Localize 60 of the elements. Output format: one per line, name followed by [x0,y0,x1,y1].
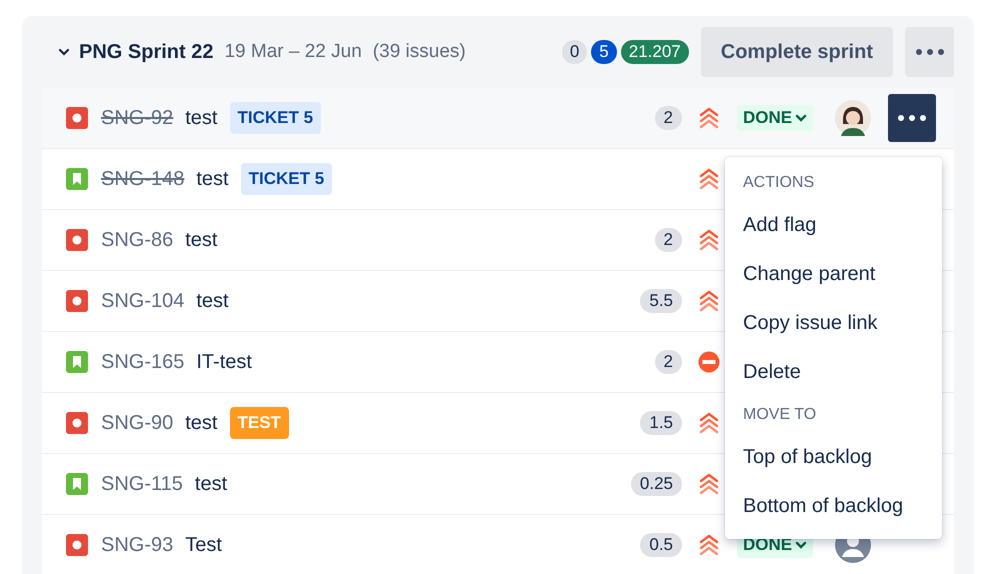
bookmark-icon [66,351,88,373]
priority-highest-icon [699,472,719,496]
status-dropdown[interactable]: DONE [737,105,814,131]
issue-key[interactable]: SNG-93 [101,530,174,560]
priority-highest-icon [699,533,719,557]
blocker-icon [698,351,720,373]
count-badge: 21.207 [620,40,689,64]
complete-sprint-button[interactable]: Complete sprint [700,27,893,77]
issue-key[interactable]: SNG-165 [101,347,184,377]
estimate-badge: 5.5 [640,289,682,313]
chevron-down-icon[interactable] [58,46,70,58]
estimate-badge: 2 [654,228,682,252]
issue-key[interactable]: SNG-90 [101,408,174,438]
issue-key[interactable]: SNG-104 [101,286,184,316]
bug-icon [66,290,88,312]
issue-label: TICKET 5 [240,163,332,195]
more-button[interactable] [888,94,936,142]
bug-icon [66,534,88,556]
priority-highest-icon [699,289,719,313]
bookmark-icon [66,473,88,495]
priority-highest-icon [699,411,719,435]
issue-count: (39 issues) [372,40,466,64]
bug-icon [66,229,88,251]
issue-summary: test [185,228,218,253]
more-icon [898,115,926,121]
menu-heading: MOVE TO [743,405,816,425]
count-badge: 5 [591,40,617,64]
issue-summary: test [196,289,229,314]
priority-highest-icon [699,167,719,191]
issue-key[interactable]: SNG-92 [101,103,174,133]
issue-summary: test [196,167,229,192]
estimate-badge: 2 [654,106,682,130]
priority-highest-icon [699,228,719,252]
estimate-badge: 0.25 [630,472,682,496]
issue-summary: test [185,106,218,131]
estimate-badge: 1.5 [640,411,682,435]
more-button[interactable] [905,27,954,77]
issue-label: TEST [230,407,289,439]
more-icon [916,49,944,55]
issue-key[interactable]: SNG-115 [101,469,183,499]
issue-summary: IT-test [196,350,252,375]
chevron-down-icon [795,112,808,124]
estimate-badge: 0.5 [640,533,682,557]
avatar[interactable] [835,100,871,136]
bookmark-icon [66,168,88,190]
issue-key[interactable]: SNG-148 [101,164,184,194]
issue-key[interactable]: SNG-86 [101,225,174,255]
bug-icon [66,107,88,129]
sprint-dates: 19 Mar – 22 Jun [224,40,362,64]
chevron-down-icon [795,539,808,551]
issue-label: TICKET 5 [230,102,322,134]
bug-icon [66,412,88,434]
issue-summary: test [194,472,228,497]
count-badge: 0 [562,40,588,64]
estimate-badge: 2 [654,350,682,374]
sprint-title: PNG Sprint 22 [79,40,214,65]
issue-summary: test [185,411,218,436]
menu-heading: ACTIONS [743,173,814,193]
priority-highest-icon [699,106,719,130]
issue-summary: Test [185,533,222,558]
